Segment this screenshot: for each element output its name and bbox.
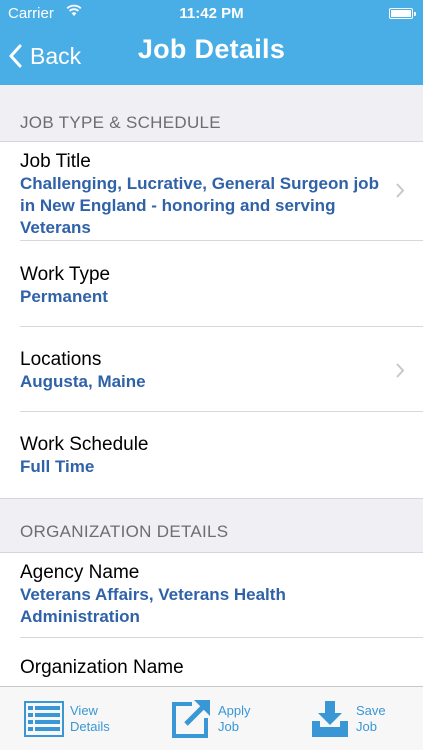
- chevron-right-icon: [396, 183, 405, 198]
- chevron-right-icon: [396, 363, 405, 378]
- details-list[interactable]: JOB TYPE & SCHEDULE Job Title Challengin…: [0, 85, 423, 686]
- row-locations[interactable]: Locations Augusta, Maine: [0, 327, 423, 412]
- row-value: Veterans Affairs, Veterans Health Admini…: [20, 585, 286, 626]
- page-title: Job Details: [137, 34, 286, 64]
- apply-job-label: Apply Job: [218, 703, 251, 734]
- status-bar: Carrier 11:42 PM: [0, 0, 423, 28]
- row-label: Work Schedule: [20, 434, 149, 455]
- row-work-schedule: Work Schedule Full Time: [0, 412, 423, 498]
- apply-job-button[interactable]: Apply Job: [170, 695, 251, 743]
- row-label: Work Type: [20, 264, 111, 285]
- row-label: Organization Name: [20, 657, 184, 678]
- list-icon: [24, 701, 64, 737]
- external-link-icon: [172, 700, 210, 738]
- row-label: Agency Name: [20, 562, 140, 583]
- navigation-bar: Carrier 11:42 PM Back Job Details: [0, 0, 423, 85]
- section-header-organization: ORGANIZATION DETAILS: [0, 498, 423, 553]
- bottom-toolbar: View Details Apply Job Save Job: [0, 686, 423, 750]
- row-job-title[interactable]: Job Title Challenging, Lucrative, Genera…: [0, 142, 423, 241]
- view-details-label: View Details: [70, 703, 110, 734]
- row-organization-name: Organization Name: [0, 638, 423, 686]
- row-value: Full Time: [20, 457, 95, 476]
- view-details-button[interactable]: View Details: [24, 695, 110, 743]
- clock: 11:42 PM: [179, 5, 244, 22]
- row-value: Challenging, Lucrative, General Surgeon …: [20, 174, 379, 237]
- save-job-button[interactable]: Save Job: [310, 695, 386, 743]
- section-header-job-type: JOB TYPE & SCHEDULE: [0, 85, 423, 142]
- battery-icon: [389, 8, 416, 19]
- row-agency-name: Agency Name Veterans Affairs, Veterans H…: [0, 553, 423, 638]
- row-label: Job Title: [20, 151, 91, 172]
- download-tray-icon: [312, 701, 348, 737]
- row-value: Permanent: [20, 287, 108, 306]
- row-value: Augusta, Maine: [20, 372, 146, 391]
- row-work-type: Work Type Permanent: [0, 241, 423, 327]
- row-label: Locations: [20, 349, 102, 370]
- save-job-label: Save Job: [356, 703, 386, 734]
